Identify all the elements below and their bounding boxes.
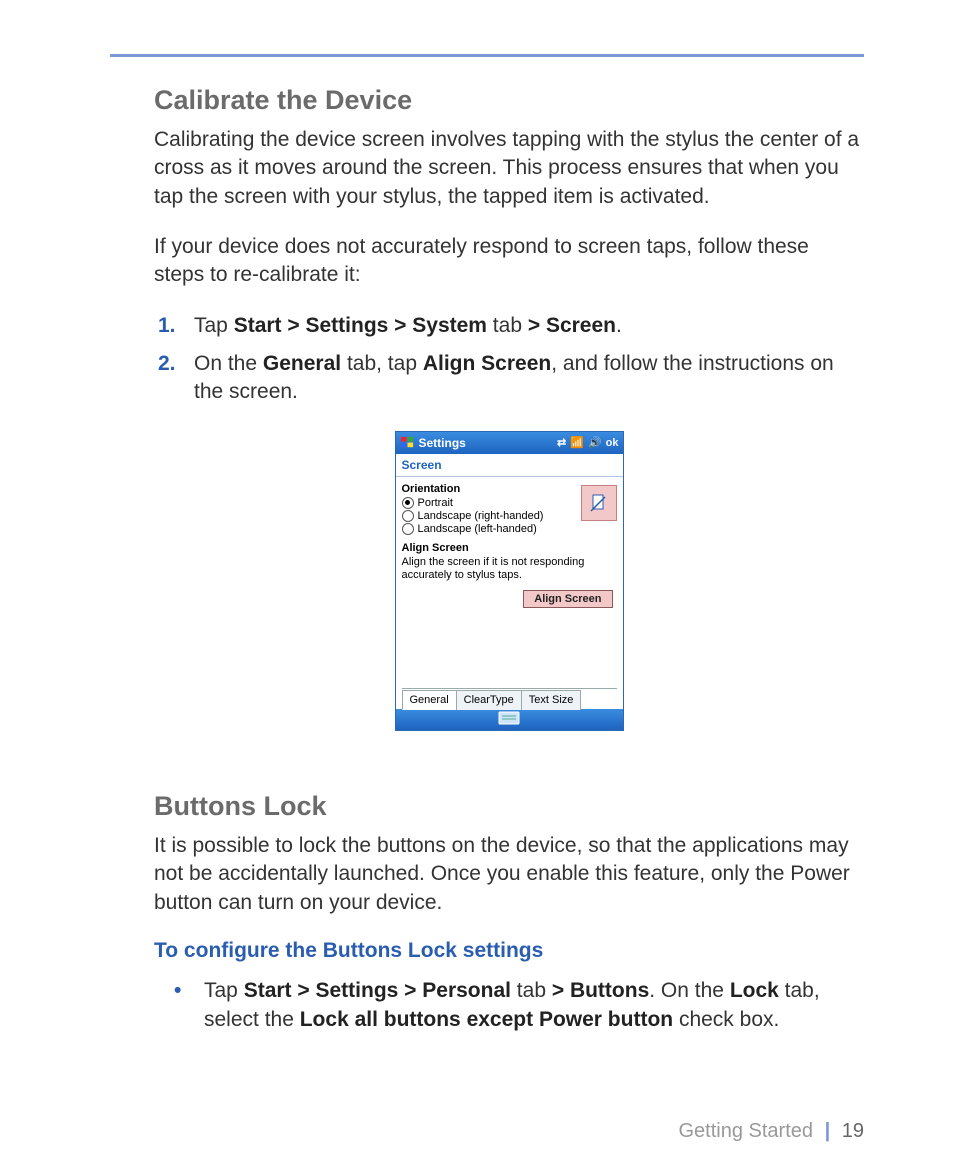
step-1: 1. Tap Start > Settings > System tab > S… [188, 312, 864, 340]
heading-buttons-lock: Buttons Lock [154, 791, 864, 822]
device-bottom-bar [396, 709, 623, 730]
device-tabs: General ClearType Text Size [402, 688, 617, 709]
radio-landscape-right[interactable]: Landscape (right-handed) [402, 510, 581, 522]
step-2-text-d: Align Screen [423, 352, 551, 375]
device-frame: Settings ⇄ 📶 🔊 ok Screen Orientation Por… [395, 431, 624, 731]
manual-page: Calibrate the Device Calibrating the dev… [0, 0, 954, 1173]
calibrate-steps: 1. Tap Start > Settings > System tab > S… [154, 312, 864, 407]
tab-general[interactable]: General [402, 690, 457, 710]
step-1-text-d: > Screen [528, 314, 616, 337]
device-title: Settings [419, 436, 554, 450]
footer-separator: | [825, 1120, 831, 1142]
connectivity-icon[interactable]: ⇄ [557, 436, 566, 449]
align-screen-desc: Align the screen if it is not responding… [402, 556, 617, 582]
step-2-number: 2. [158, 350, 176, 378]
top-rule [110, 54, 864, 57]
device-title-bar: Settings ⇄ 📶 🔊 ok [396, 432, 623, 454]
keyboard-icon[interactable] [498, 711, 520, 728]
bl-e: . On the [649, 979, 730, 1002]
orientation-preview-icon [581, 485, 617, 521]
tab-textsize[interactable]: Text Size [521, 690, 582, 710]
heading-calibrate: Calibrate the Device [154, 85, 864, 116]
start-flag-icon[interactable] [400, 435, 415, 450]
step-2-text-c: tab, tap [341, 352, 423, 375]
radio-landscape-left-label: Landscape (left-handed) [418, 523, 537, 535]
bl-h: Lock all buttons except Power button [300, 1008, 673, 1031]
bl-b: Start > Settings > Personal [244, 979, 511, 1002]
device-body: Orientation Portrait Landscape (right-ha… [396, 477, 623, 709]
footer-chapter: Getting Started [678, 1120, 813, 1142]
radio-icon [402, 497, 414, 509]
buttons-lock-subhead: To configure the Buttons Lock settings [154, 939, 864, 963]
buttons-lock-desc: It is possible to lock the buttons on th… [154, 832, 864, 917]
radio-portrait-label: Portrait [418, 497, 453, 509]
sound-icon[interactable]: 🔊 [588, 436, 602, 449]
step-2-text-b: General [263, 352, 341, 375]
step-1-text-a: Tap [194, 314, 234, 337]
step-1-text-c: tab [487, 314, 528, 337]
step-1-number: 1. [158, 312, 176, 340]
radio-portrait[interactable]: Portrait [402, 497, 581, 509]
bl-a: Tap [204, 979, 244, 1002]
radio-icon [402, 510, 414, 522]
align-screen-label: Align Screen [402, 542, 617, 554]
device-subheader: Screen [396, 454, 623, 477]
signal-icon[interactable]: 📶 [570, 436, 584, 449]
step-2-text-a: On the [194, 352, 263, 375]
ok-button[interactable]: ok [606, 437, 619, 449]
calibrate-desc-2: If your device does not accurately respo… [154, 233, 864, 290]
bl-f: Lock [730, 979, 779, 1002]
radio-landscape-left[interactable]: Landscape (left-handed) [402, 523, 581, 535]
page-content: Calibrate the Device Calibrating the dev… [110, 85, 864, 1034]
calibrate-desc-1: Calibrating the device screen involves t… [154, 126, 864, 211]
device-screenshot: Settings ⇄ 📶 🔊 ok Screen Orientation Por… [154, 431, 864, 731]
align-screen-button[interactable]: Align Screen [523, 590, 612, 608]
footer-page-number: 19 [842, 1120, 864, 1142]
bl-c: tab [511, 979, 552, 1002]
bl-d: > Buttons [552, 979, 649, 1002]
buttons-lock-steps: Tap Start > Settings > Personal tab > Bu… [154, 977, 864, 1034]
bl-i: check box. [673, 1008, 779, 1031]
buttons-lock-bullet: Tap Start > Settings > Personal tab > Bu… [196, 977, 864, 1034]
radio-landscape-right-label: Landscape (right-handed) [418, 510, 544, 522]
page-footer: Getting Started | 19 [678, 1120, 864, 1143]
radio-icon [402, 523, 414, 535]
tab-cleartype[interactable]: ClearType [456, 690, 522, 710]
step-1-text-b: Start > Settings > System [234, 314, 487, 337]
step-1-text-e: . [616, 314, 622, 337]
step-2: 2. On the General tab, tap Align Screen,… [188, 350, 864, 407]
orientation-label: Orientation [402, 483, 581, 495]
